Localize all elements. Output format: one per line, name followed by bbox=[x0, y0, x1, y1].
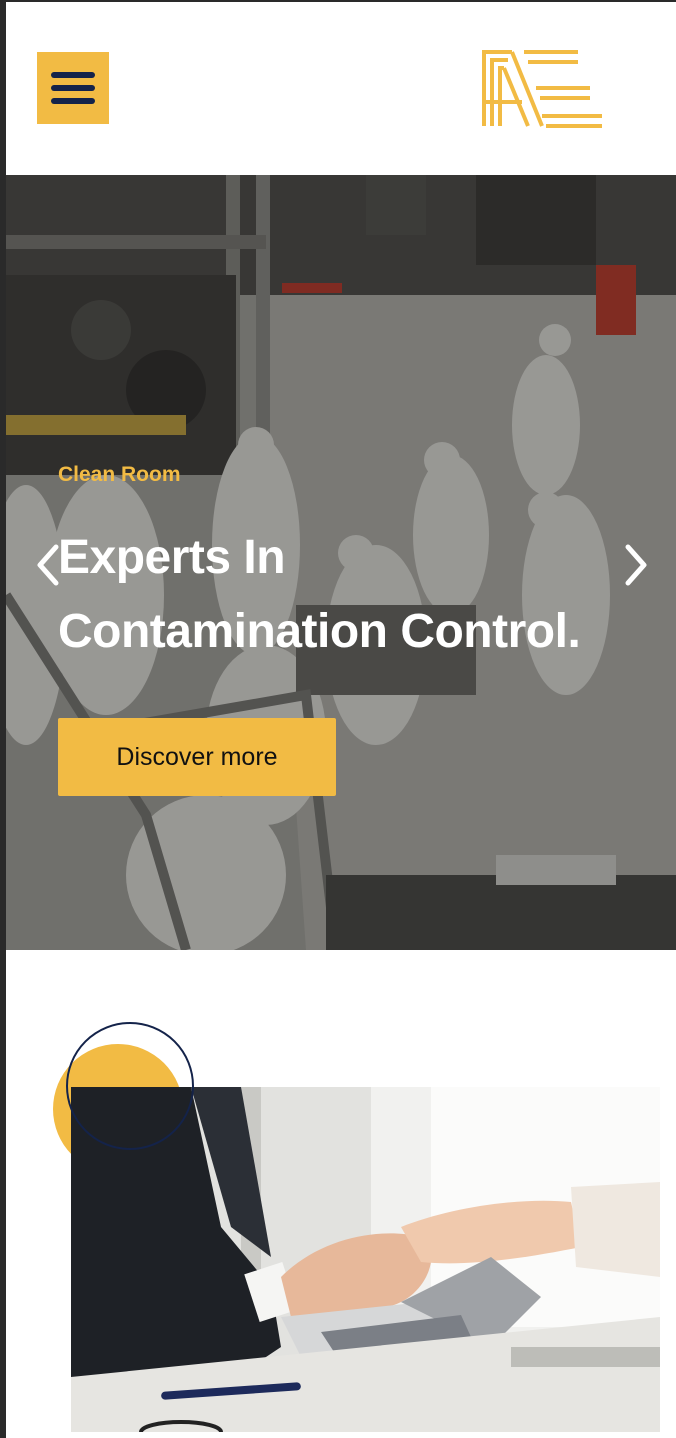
window-edge-top bbox=[0, 0, 676, 2]
hamburger-menu-icon-bar bbox=[51, 85, 95, 91]
hamburger-menu-icon bbox=[51, 72, 95, 78]
slider-prev-button[interactable] bbox=[30, 535, 66, 595]
chevron-right-icon bbox=[625, 544, 647, 586]
ae-monogram-logo[interactable] bbox=[478, 46, 606, 130]
hero-eyebrow: Clean Room bbox=[58, 463, 181, 486]
menu-button[interactable] bbox=[37, 52, 109, 124]
slider-next-button[interactable] bbox=[618, 535, 654, 595]
about-section bbox=[6, 950, 676, 1438]
hamburger-menu-icon-bar bbox=[51, 98, 95, 104]
chevron-left-icon bbox=[37, 544, 59, 586]
decorative-outline-circle bbox=[66, 1022, 194, 1150]
hero-title-line-1: Experts In bbox=[58, 531, 286, 584]
hero-slider: Clean Room Experts In Contamination Cont… bbox=[6, 175, 676, 950]
discover-more-button[interactable]: Discover more bbox=[58, 718, 336, 796]
hero-title-line-2: Contamination Control. bbox=[58, 605, 581, 658]
page: Clean Room Experts In Contamination Cont… bbox=[0, 0, 676, 1438]
hero-title: Experts In Contamination Control. bbox=[58, 521, 673, 669]
